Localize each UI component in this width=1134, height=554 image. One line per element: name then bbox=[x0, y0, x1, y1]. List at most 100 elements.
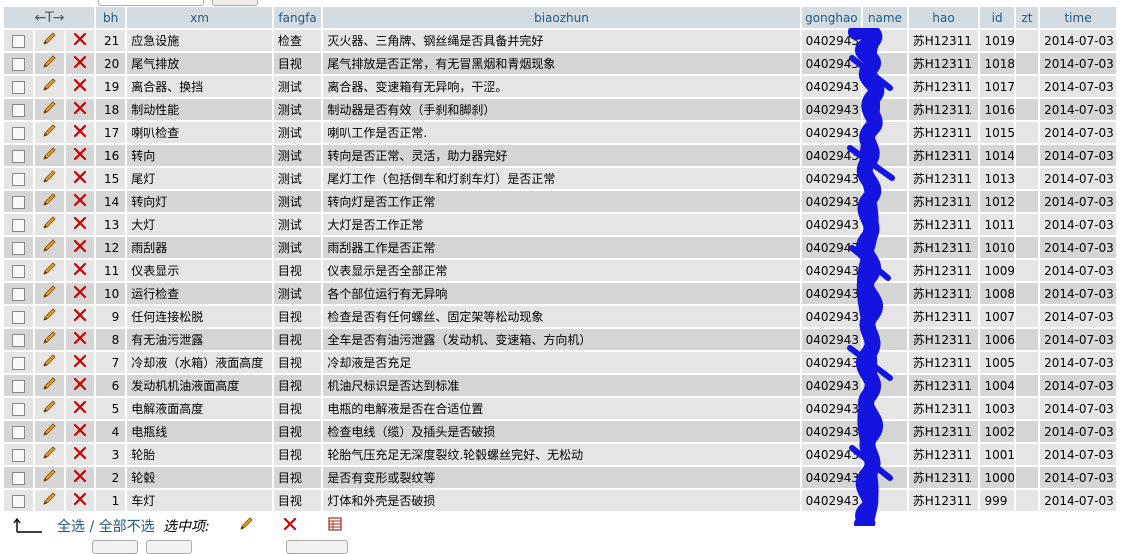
pencil-edit-icon[interactable] bbox=[41, 170, 57, 188]
table-row[interactable]: 19 离合器、换挡 测试 离合器、变速箱有无异响，干涩。 0402943 苏H12311 1… bbox=[4, 76, 1116, 99]
column-header-gonghao[interactable]: gonghao bbox=[801, 7, 862, 30]
row-checkbox-cell[interactable] bbox=[4, 260, 34, 283]
row-checkbox-cell[interactable] bbox=[4, 214, 34, 237]
table-row[interactable]: 2 轮毂 目视 是否有变形或裂纹等 0402943 苏H12311 1000 2014-07-… bbox=[4, 467, 1116, 490]
column-header-xm[interactable]: xm bbox=[127, 7, 272, 30]
checkbox-icon[interactable] bbox=[12, 425, 26, 439]
table-row[interactable]: 11 仪表显示 目视 仪表显示是否全部正常 0402943 苏H12311 1009 2014… bbox=[4, 260, 1116, 283]
row-delete-cell[interactable] bbox=[65, 53, 94, 76]
pencil-edit-icon[interactable] bbox=[41, 101, 57, 119]
bottom-input-field[interactable] bbox=[146, 540, 192, 554]
row-delete-cell[interactable] bbox=[65, 421, 94, 444]
export-table-icon[interactable] bbox=[327, 516, 343, 532]
checkbox-icon[interactable] bbox=[12, 264, 26, 278]
table-row[interactable]: 3 轮胎 目视 轮胎气压充足无深度裂纹.轮毂螺丝完好、无松动 0402943 苏H1231… bbox=[4, 444, 1116, 467]
checkbox-icon[interactable] bbox=[12, 471, 26, 485]
table-row[interactable]: 14 转向灯 测试 转向灯是否工作正常 0402943 苏H12311 1012 2014-0… bbox=[4, 191, 1116, 214]
row-checkbox-cell[interactable] bbox=[4, 306, 34, 329]
red-x-delete-icon[interactable] bbox=[72, 377, 88, 395]
row-delete-cell[interactable] bbox=[65, 214, 94, 237]
row-edit-cell[interactable] bbox=[35, 237, 64, 260]
column-header-hao[interactable]: hao bbox=[908, 7, 979, 30]
checkbox-icon[interactable] bbox=[12, 57, 26, 71]
checkbox-icon[interactable] bbox=[12, 195, 26, 209]
row-checkbox-cell[interactable] bbox=[4, 99, 34, 122]
column-header-zt[interactable]: zt bbox=[1015, 7, 1039, 30]
pencil-edit-icon[interactable] bbox=[41, 331, 57, 349]
row-edit-cell[interactable] bbox=[35, 352, 64, 375]
pencil-edit-icon[interactable] bbox=[41, 354, 57, 372]
pencil-edit-icon[interactable] bbox=[41, 377, 57, 395]
checkbox-icon[interactable] bbox=[12, 448, 26, 462]
row-checkbox-cell[interactable] bbox=[4, 421, 34, 444]
row-edit-cell[interactable] bbox=[35, 283, 64, 306]
checkbox-icon[interactable] bbox=[12, 149, 26, 163]
red-x-delete-icon[interactable] bbox=[72, 262, 88, 280]
row-delete-cell[interactable] bbox=[65, 260, 94, 283]
column-header-name[interactable]: name bbox=[863, 7, 907, 30]
checkbox-icon[interactable] bbox=[12, 218, 26, 232]
pencil-edit-icon[interactable] bbox=[41, 469, 57, 487]
pencil-edit-icon[interactable] bbox=[41, 32, 57, 50]
row-checkbox-cell[interactable] bbox=[4, 191, 34, 214]
column-header-biaozhun[interactable]: biaozhun bbox=[323, 7, 800, 30]
red-x-delete-icon[interactable] bbox=[72, 285, 88, 303]
table-row[interactable]: 9 任何连接松脱 目视 检查是否有任何螺丝、固定架等松动现象 0402943 苏H1231… bbox=[4, 306, 1116, 329]
pencil-edit-icon[interactable] bbox=[41, 147, 57, 165]
row-checkbox-cell[interactable] bbox=[4, 30, 34, 53]
red-x-delete-icon[interactable] bbox=[72, 78, 88, 96]
row-checkbox-cell[interactable] bbox=[4, 122, 34, 145]
checkbox-icon[interactable] bbox=[12, 80, 26, 94]
row-edit-cell[interactable] bbox=[35, 191, 64, 214]
row-edit-cell[interactable] bbox=[35, 306, 64, 329]
red-x-delete-icon[interactable] bbox=[72, 492, 88, 510]
pencil-edit-icon[interactable] bbox=[41, 400, 57, 418]
row-checkbox-cell[interactable] bbox=[4, 145, 34, 168]
table-row[interactable]: 12 雨刮器 测试 雨刮器工作是否正常 0402943 苏H12311 1010 2014-0… bbox=[4, 237, 1116, 260]
row-delete-cell[interactable] bbox=[65, 375, 94, 398]
row-delete-cell[interactable] bbox=[65, 467, 94, 490]
row-checkbox-cell[interactable] bbox=[4, 329, 34, 352]
row-edit-cell[interactable] bbox=[35, 122, 64, 145]
row-edit-cell[interactable] bbox=[35, 30, 64, 53]
row-edit-cell[interactable] bbox=[35, 53, 64, 76]
checkbox-icon[interactable] bbox=[12, 34, 26, 48]
row-delete-cell[interactable] bbox=[65, 122, 94, 145]
row-delete-cell[interactable] bbox=[65, 191, 94, 214]
pencil-edit-icon[interactable] bbox=[41, 216, 57, 234]
row-checkbox-cell[interactable] bbox=[4, 76, 34, 99]
table-row[interactable]: 15 尾灯 测试 尾灯工作（包括倒车和灯刹车灯）是否正常 0402943 苏H12311 1… bbox=[4, 168, 1116, 191]
red-x-delete-icon[interactable] bbox=[72, 446, 88, 464]
bottom-button-2[interactable] bbox=[286, 540, 348, 554]
row-delete-cell[interactable] bbox=[65, 490, 94, 513]
row-edit-cell[interactable] bbox=[35, 145, 64, 168]
red-x-delete-icon[interactable] bbox=[72, 239, 88, 257]
table-row[interactable]: 4 电瓶线 目视 检查电线（缆）及插头是否破损 0402943 苏H12311 1002 20… bbox=[4, 421, 1116, 444]
checkbox-icon[interactable] bbox=[12, 103, 26, 117]
row-edit-cell[interactable] bbox=[35, 398, 64, 421]
row-edit-cell[interactable] bbox=[35, 99, 64, 122]
table-row[interactable]: 7 冷却液（水箱）液面高度 目视 冷却液是否充足 0402943 苏H12311 1005 2… bbox=[4, 352, 1116, 375]
row-edit-cell[interactable] bbox=[35, 421, 64, 444]
column-header-fangfa[interactable]: fangfa bbox=[273, 7, 322, 30]
row-edit-cell[interactable] bbox=[35, 444, 64, 467]
table-row[interactable]: 18 制动性能 测试 制动器是否有效（手刹和脚刹） 0402943 苏H12311 1016… bbox=[4, 99, 1116, 122]
row-edit-cell[interactable] bbox=[35, 214, 64, 237]
row-delete-cell[interactable] bbox=[65, 99, 94, 122]
row-checkbox-cell[interactable] bbox=[4, 352, 34, 375]
red-x-delete-icon[interactable] bbox=[72, 193, 88, 211]
red-x-delete-icon[interactable] bbox=[72, 147, 88, 165]
table-row[interactable]: 20 尾气排放 目视 尾气排放是否正常，有无冒黑烟和青烟现象 0402943 苏H1231… bbox=[4, 53, 1116, 76]
row-delete-cell[interactable] bbox=[65, 145, 94, 168]
checkbox-icon[interactable] bbox=[12, 494, 26, 508]
table-row[interactable]: 1 车灯 目视 灯体和外壳是否破损 0402943 苏H12311 999 2014-07-0… bbox=[4, 490, 1116, 513]
checkbox-icon[interactable] bbox=[12, 310, 26, 324]
pencil-edit-icon[interactable] bbox=[41, 55, 57, 73]
pencil-edit-icon[interactable] bbox=[41, 239, 57, 257]
checkbox-icon[interactable] bbox=[12, 356, 26, 370]
table-row[interactable]: 8 有无油污泄露 目视 全车是否有油污泄露（发动机、变速箱、方向机） 0402943 苏H… bbox=[4, 329, 1116, 352]
checkbox-icon[interactable] bbox=[12, 379, 26, 393]
red-x-delete-icon[interactable] bbox=[72, 216, 88, 234]
pencil-edit-icon[interactable] bbox=[41, 492, 57, 510]
row-checkbox-cell[interactable] bbox=[4, 283, 34, 306]
